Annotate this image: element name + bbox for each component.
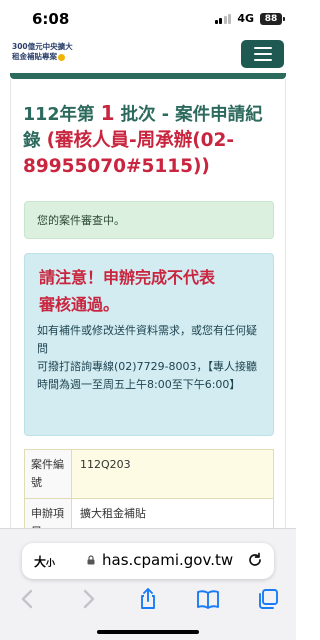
url-text: has.cpami.gov.tw <box>102 551 234 569</box>
hamburger-menu-button[interactable] <box>241 40 284 68</box>
title-batch-number: 1 <box>100 101 115 125</box>
warning-line-1: 請注意！申辦完成不代表 <box>39 268 216 287</box>
safari-bottom-bar: 大小 has.cpami.gov.tw <box>0 528 296 640</box>
table-row: 案件編號 112Q203 <box>25 450 273 498</box>
info-text: 如有補件或修改送件資料需求，或您有任何疑問 可撥打諮詢專線(02)7729-80… <box>37 322 261 394</box>
menu-bar-icon <box>253 59 272 61</box>
menu-bar-icon <box>253 47 272 49</box>
warning-line-2: 審核通過。 <box>39 295 120 314</box>
title-reviewer-contact: (審核人員-周承辦(02-89955070#5115)) <box>23 130 235 177</box>
warning-heading: 請注意！申辦完成不代表 審核通過。 <box>37 264 261 318</box>
book-icon[interactable] <box>196 587 220 611</box>
info-line-1: 如有補件或修改送件資料需求，或您有任何疑問 <box>37 324 257 355</box>
lock-icon <box>87 555 95 565</box>
menu-bar-icon <box>253 53 272 55</box>
network-type: 4G <box>237 12 254 25</box>
ios-status-bar: 6:08 4G 88 <box>0 0 296 36</box>
status-time: 6:08 <box>32 10 70 28</box>
status-notice: 您的案件審查中。 <box>24 201 274 239</box>
application-record-card: 112年第 1 批次 - 案件申請紀錄 (審核人員-周承辦(02-8995507… <box>10 79 286 548</box>
logo-line-1: 300億元中央擴大 <box>12 42 73 51</box>
safari-toolbar <box>0 585 296 615</box>
logo-coin-icon <box>58 53 65 61</box>
title-prefix: 112年第 <box>23 105 95 125</box>
table-value-cell: 112Q203 <box>72 450 273 498</box>
chevron-left-icon[interactable] <box>16 587 40 611</box>
home-indicator[interactable] <box>97 630 199 634</box>
chevron-right-icon[interactable] <box>76 587 100 611</box>
logo-line-2-text: 租金補貼專案 <box>12 52 57 61</box>
site-logo[interactable]: 300億元中央擴大 租金補貼專案 <box>12 42 82 62</box>
text-size-large: 大 <box>34 555 47 569</box>
text-size-small: 小 <box>46 559 56 569</box>
share-icon[interactable] <box>136 587 160 611</box>
cellular-signal-icon <box>214 13 232 24</box>
info-line-2: 可撥打諮詢專線(02)7729-8003，【專人接聽時間為週一至周五上午8:00… <box>37 360 258 391</box>
reload-icon[interactable] <box>246 551 264 569</box>
text-size-button[interactable]: 大小 <box>34 553 55 570</box>
table-header-cell: 案件編號 <box>25 450 72 498</box>
address-bar[interactable]: 大小 has.cpami.gov.tw <box>22 543 274 579</box>
info-alert-box: 請注意！申辦完成不代表 審核通過。 如有補件或修改送件資料需求，或您有任何疑問 … <box>24 253 274 436</box>
battery-icon: 88 <box>260 12 285 25</box>
tabs-icon[interactable] <box>256 587 280 611</box>
logo-line-2: 租金補貼專案 <box>12 52 82 62</box>
status-indicators: 4G 88 <box>214 12 285 25</box>
page-title: 112年第 1 批次 - 案件申請紀錄 (審核人員-周承辦(02-8995507… <box>23 101 275 180</box>
